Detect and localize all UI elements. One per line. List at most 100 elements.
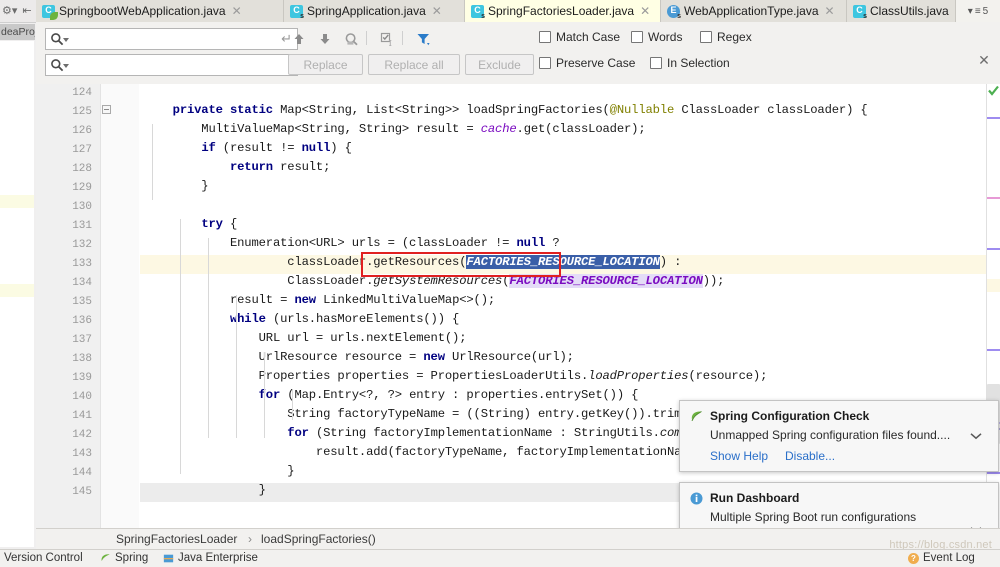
code-line[interactable]: result = new LinkedMultiValueMap<>(); xyxy=(140,293,1000,312)
editor-tab-springapplication[interactable]: Cs SpringApplication.java ✕ xyxy=(284,0,465,22)
search-field[interactable]: ↵ xyxy=(45,28,298,50)
editor-gutter[interactable]: 1241251261271281291301311321331341351361… xyxy=(36,84,101,528)
notification-spring-configuration-check[interactable]: Spring Configuration Check Unmapped Spri… xyxy=(679,400,999,472)
select-all-occurrences-button[interactable] xyxy=(376,28,398,50)
line-number: 142 xyxy=(52,429,92,441)
in-selection-checkbox[interactable]: In Selection xyxy=(650,56,730,70)
notification-title: Run Dashboard xyxy=(710,491,799,505)
line-number: 127 xyxy=(52,144,92,156)
status-event-log[interactable]: ? Event Log xyxy=(908,552,975,564)
search-icon xyxy=(50,58,64,72)
disable-link[interactable]: Disable... xyxy=(785,449,835,463)
event-log-icon: ? xyxy=(908,553,919,564)
status-spring[interactable]: Spring xyxy=(100,552,148,564)
code-line[interactable]: MultiValueMap<String, String> result = c… xyxy=(140,122,1000,141)
annotation-red-rectangle xyxy=(361,252,561,277)
code-line[interactable]: private static Map<String, List<String>>… xyxy=(140,103,1000,122)
replace-all-button[interactable]: Replace all xyxy=(368,54,460,75)
tab-list-dropdown[interactable]: ▾ ≡ 5 xyxy=(955,0,1000,22)
code-line[interactable]: if (result != null) { xyxy=(140,141,1000,160)
editor-tab-classutils[interactable]: Cs ClassUtils.java ✕ xyxy=(847,0,956,22)
chevron-down-icon[interactable] xyxy=(63,38,69,42)
inspection-ok-check-icon[interactable] xyxy=(987,84,1000,97)
project-tool-window-label[interactable]: deaProj xyxy=(0,24,35,40)
code-line[interactable]: } xyxy=(140,179,1000,198)
collapse-panel-icon[interactable]: ⇤ xyxy=(20,4,34,18)
notification-body-line1: Multiple Spring Boot run configurations xyxy=(710,510,916,524)
preserve-case-checkbox[interactable]: Preserve Case xyxy=(539,56,635,70)
checkbox-box xyxy=(700,31,712,43)
line-number: 132 xyxy=(52,239,92,251)
code-line[interactable]: classLoader.getResources(FACTORIES_RESOU… xyxy=(140,255,1000,274)
breadcrumb-item-class[interactable]: SpringFactoriesLoader xyxy=(116,532,237,546)
line-number: 141 xyxy=(52,410,92,422)
search-input[interactable] xyxy=(70,30,294,50)
status-version-control[interactable]: Version Control xyxy=(4,552,83,564)
replace-button[interactable]: Replace xyxy=(288,54,363,75)
close-icon[interactable]: ✕ xyxy=(232,6,242,16)
code-line[interactable]: try { xyxy=(140,217,1000,236)
java-enum-icon: Es xyxy=(667,5,680,18)
line-number: 144 xyxy=(52,467,92,479)
code-line[interactable] xyxy=(140,84,1000,103)
editor-tab-springbootwebapplication[interactable]: Cs SpringbootWebApplication.java ✕ xyxy=(36,0,284,22)
close-find-bar-button[interactable]: ✕ xyxy=(977,53,991,67)
code-line[interactable]: while (urls.hasMoreElements()) { xyxy=(140,312,1000,331)
code-line[interactable]: Properties properties = PropertiesLoader… xyxy=(140,369,1000,388)
line-number: 136 xyxy=(52,315,92,327)
code-line[interactable] xyxy=(140,198,1000,217)
line-number: 145 xyxy=(52,486,92,498)
find-next-button[interactable] xyxy=(314,28,336,50)
occurrence-marker[interactable] xyxy=(987,117,1000,119)
line-number: 135 xyxy=(52,296,92,308)
close-icon[interactable]: ✕ xyxy=(432,6,442,16)
close-icon[interactable]: ✕ xyxy=(640,6,650,16)
code-line[interactable]: UrlResource resource = new UrlResource(u… xyxy=(140,350,1000,369)
match-case-checkbox[interactable]: Match Case xyxy=(539,30,620,44)
status-java-enterprise[interactable]: Java Enterprise xyxy=(163,552,258,564)
line-number: 130 xyxy=(52,201,92,213)
editor-tab-webapplicationtype[interactable]: Es WebApplicationType.java ✕ xyxy=(661,0,847,22)
regex-checkbox[interactable]: Regex xyxy=(700,30,752,44)
editor-tab-springfactoriesloader[interactable]: Cs SpringFactoriesLoader.java ✕ xyxy=(465,0,661,22)
occurrence-marker[interactable] xyxy=(987,349,1000,351)
exclude-button[interactable]: Exclude xyxy=(465,54,534,75)
breadcrumb-item-method[interactable]: loadSpringFactories() xyxy=(261,532,376,546)
chevron-down-icon: ▾ xyxy=(968,6,973,17)
toolbar-separator xyxy=(366,31,367,45)
show-help-link[interactable]: Show Help xyxy=(710,449,768,463)
occurrence-marker[interactable] xyxy=(987,197,1000,199)
breadcrumb-bar: SpringFactoriesLoader › loadSpringFactor… xyxy=(36,528,1000,549)
chevron-down-icon[interactable] xyxy=(970,432,982,440)
replace-input[interactable] xyxy=(70,56,294,76)
occurrence-marker[interactable] xyxy=(987,472,1000,474)
status-label: Spring xyxy=(115,552,148,564)
checkbox-box xyxy=(539,31,551,43)
line-number: 131 xyxy=(52,220,92,232)
gear-icon[interactable]: ⚙▾ xyxy=(2,4,16,18)
chevron-down-icon[interactable] xyxy=(63,64,69,68)
code-line[interactable]: URL url = urls.nextElement(); xyxy=(140,331,1000,350)
close-icon[interactable]: ✕ xyxy=(825,6,835,16)
indent-guide xyxy=(236,295,237,438)
indent-guide xyxy=(208,238,209,438)
current-line-marker xyxy=(987,279,1000,292)
editor-folding-gutter[interactable] xyxy=(101,84,139,528)
code-line[interactable]: Enumeration<URL> urls = (classLoader != … xyxy=(140,236,1000,255)
code-fold-toggle[interactable] xyxy=(102,105,111,114)
editor-tab-label: ClassUtils.java xyxy=(870,4,949,18)
code-line[interactable]: return result; xyxy=(140,160,1000,179)
find-all-button[interactable] xyxy=(340,28,362,50)
tab-overflow-count: 5 xyxy=(983,6,989,17)
replace-field[interactable] xyxy=(45,54,298,76)
code-line[interactable]: ClassLoader.getSystemResources(FACTORIES… xyxy=(140,274,1000,293)
java-class-icon: Cs xyxy=(471,5,484,18)
java-class-icon: Cs xyxy=(853,5,866,18)
status-label: Version Control xyxy=(4,552,83,564)
filter-button[interactable] xyxy=(413,28,435,50)
status-bar: Version Control Spring Java Enterprise ?… xyxy=(0,549,1000,567)
find-previous-button[interactable] xyxy=(288,28,310,50)
occurrence-marker[interactable] xyxy=(987,248,1000,250)
words-checkbox[interactable]: Words xyxy=(631,30,682,44)
words-label: Words xyxy=(648,30,682,44)
